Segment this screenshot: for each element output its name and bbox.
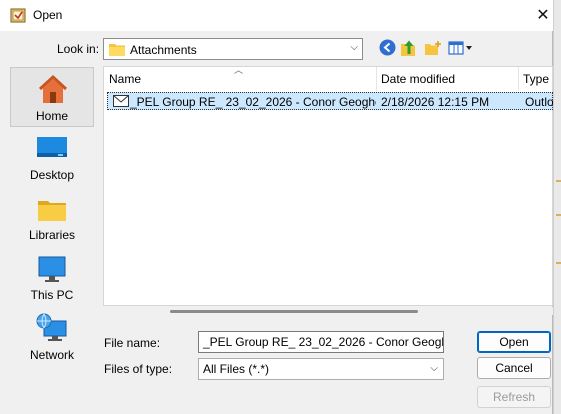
desktop-icon [36,133,68,165]
lookin-value: Attachments [130,43,197,57]
column-header-name[interactable]: Name [104,67,376,91]
new-folder-icon [424,40,442,59]
background-mark [556,214,561,216]
place-this-pc[interactable]: This PC [10,247,94,307]
folder-icon [109,42,125,56]
file-type-cell: Outlo [525,95,553,109]
place-network[interactable]: Network [10,307,94,367]
column-header-type[interactable]: Type [518,67,554,91]
new-folder-button[interactable] [423,39,443,59]
column-header-date[interactable]: Date modified [376,67,518,91]
background-window-edge [553,0,561,414]
place-label: Desktop [29,168,75,182]
back-icon [379,39,396,59]
view-menu-button[interactable] [448,39,476,59]
file-list[interactable]: ︿ Name Date modified Type _PEL Group RE_… [103,65,554,306]
place-desktop[interactable]: Desktop [10,127,94,187]
file-name-cell: _PEL Group RE_ 23_02_2026 - Conor Geoghe… [130,95,376,109]
places-bar: Home Desktop Libraries This PC Network [7,65,97,375]
chevron-down-icon: ⌵ [350,42,358,53]
horizontal-scrollbar[interactable] [103,307,553,315]
filetype-select[interactable]: All Files (*.*) ⌵ [198,358,444,380]
view-menu-icon [448,40,476,59]
place-label: Home [35,109,68,123]
filename-input[interactable]: _PEL Group RE_ 23_02_2026 - Conor Geoghe [198,331,444,353]
place-home[interactable]: Home [10,67,94,127]
refresh-button[interactable]: Refresh [477,386,551,408]
table-row[interactable]: _PEL Group RE_ 23_02_2026 - Conor Geoghe… [107,92,553,110]
chevron-down-icon: ⌵ [430,363,438,374]
place-label: Network [29,348,74,362]
mail-icon [113,95,129,107]
cancel-button[interactable]: Cancel [477,357,551,379]
column-header-label: Name [109,72,142,86]
computer-icon [36,253,68,285]
file-date-cell: 2/18/2026 12:15 PM [381,95,490,109]
scrollbar-thumb[interactable] [170,310,418,313]
network-icon [36,313,68,345]
up-folder-button[interactable] [400,39,418,59]
title-bar: Open ✕ [0,0,553,31]
column-header-label: Date modified [381,72,456,86]
filetype-label: Files of type: [104,362,173,376]
lookin-combo[interactable]: Attachments ⌵ [103,38,363,60]
home-icon [37,74,69,106]
lookin-label: Look in: [57,42,100,56]
close-button[interactable]: ✕ [526,2,560,28]
filetype-value: All Files (*.*) [203,362,270,376]
up-folder-icon [400,39,418,60]
background-mark [556,180,561,182]
close-icon: ✕ [536,7,550,24]
background-mark [556,262,561,264]
place-label: Libraries [28,228,76,242]
open-dialog: Open ✕ Look in: Attachments ⌵ Home Deskt… [0,0,553,414]
libraries-icon [36,193,68,225]
column-header-label: Type [523,72,550,86]
app-icon [10,7,27,24]
place-label: This PC [30,288,74,302]
filename-label: File name: [104,336,161,350]
back-button[interactable] [378,39,396,59]
window-title: Open [33,8,63,22]
open-button[interactable]: Open [477,331,551,353]
place-libraries[interactable]: Libraries [10,187,94,247]
